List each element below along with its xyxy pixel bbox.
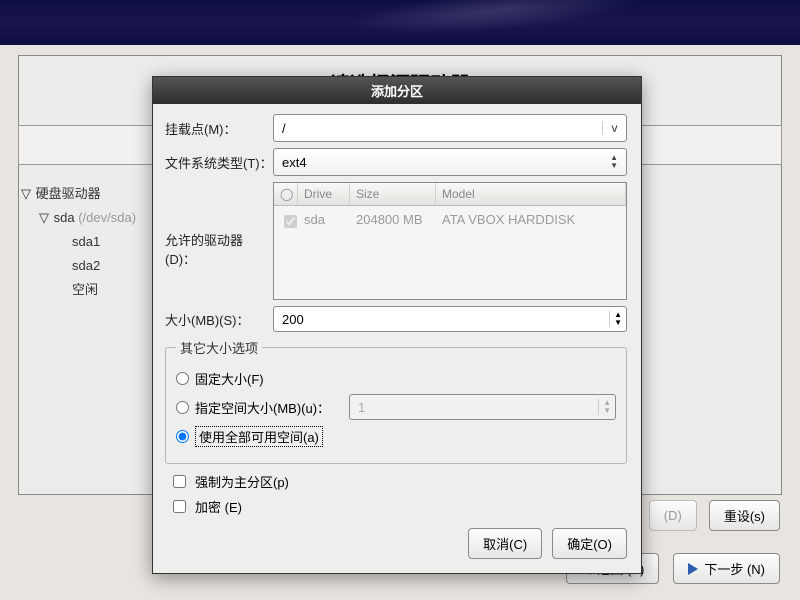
radio-fill[interactable]: 使用全部可用空间(a) [176, 426, 616, 447]
dialog-buttons: 取消(C) 确定(O) [153, 528, 641, 573]
tree-part[interactable]: 空闲 [20, 278, 136, 302]
drive-checkbox [284, 215, 297, 228]
primary-checkbox[interactable] [173, 475, 186, 488]
fstype-label: 文件系统类型(T)： [165, 153, 273, 172]
mount-point-combo[interactable]: v [273, 114, 627, 142]
fstype-select[interactable]: ext4 ▲▼ [273, 148, 627, 176]
next-button[interactable]: 下一步 (N) [673, 553, 780, 584]
tree-part[interactable]: sda2 [20, 254, 136, 278]
reset-button[interactable]: 重设(s) [709, 500, 780, 531]
size-options-group: 其它大小选项 固定大小(F) 指定空间大小(MB)(u)： ▲▼ 使用全部可用空… [165, 338, 627, 464]
spinner-icon: ▲▼ [598, 399, 615, 415]
mount-label: 挂载点(M)： [165, 119, 273, 138]
size-spinbox[interactable]: ▲▼ [273, 306, 627, 332]
mount-point-input[interactable] [274, 121, 602, 136]
add-partition-dialog: 添加分区 挂载点(M)： v 文件系统类型(T)： ext4 ▲▼ 允许的驱动器… [152, 76, 642, 574]
banner [0, 0, 800, 45]
cancel-button[interactable]: 取消(C) [468, 528, 542, 559]
dialog-title: 添加分区 [153, 77, 641, 104]
panel-buttons: (D) 重设(s) [649, 500, 780, 531]
encrypt-checkbox[interactable] [173, 500, 186, 513]
upto-spinbox: ▲▼ [349, 394, 616, 420]
spinner-icon[interactable]: ▲▼ [609, 311, 626, 327]
size-label: 大小(MB)(S)： [165, 310, 273, 329]
size-options-legend: 其它大小选项 [176, 338, 262, 357]
disclosure-icon: ▽ [38, 206, 50, 230]
allowed-label: 允许的驱动器(D)： [165, 182, 273, 268]
size-input[interactable] [274, 312, 609, 327]
table-row[interactable]: sda 204800 MB ATA VBOX HARDDISK [274, 206, 626, 237]
table-header: ◯ Drive Size Model [274, 183, 626, 206]
radio-fill-input[interactable] [176, 430, 189, 443]
disclosure-icon: ▽ [20, 182, 32, 206]
d-button: (D) [649, 500, 697, 531]
tree-disk[interactable]: ▽ sda (/dev/sda) [20, 206, 136, 230]
primary-checkbox-row[interactable]: 强制为主分区(p) [169, 472, 627, 491]
arrow-right-icon [688, 563, 698, 575]
radio-fixed-input[interactable] [176, 372, 189, 385]
radio-upto[interactable]: 指定空间大小(MB)(u)： ▲▼ [176, 394, 616, 420]
ok-button[interactable]: 确定(O) [552, 528, 627, 559]
radio-upto-input[interactable] [176, 401, 189, 414]
encrypt-checkbox-row[interactable]: 加密 (E) [169, 497, 627, 516]
tree-part[interactable]: sda1 [20, 230, 136, 254]
chevron-down-icon[interactable]: v [602, 121, 626, 135]
upto-input [350, 400, 598, 415]
device-tree: ▽ 硬盘驱动器 ▽ sda (/dev/sda) sda1 sda2 空闲 [20, 182, 136, 302]
tree-root[interactable]: ▽ 硬盘驱动器 [20, 182, 136, 206]
allowed-drives-table[interactable]: ◯ Drive Size Model sda 204800 MB ATA VBO… [273, 182, 627, 300]
radio-fixed[interactable]: 固定大小(F) [176, 369, 616, 388]
checkbox-icon: ◯ [274, 183, 298, 205]
spinner-icon: ▲▼ [610, 154, 618, 170]
